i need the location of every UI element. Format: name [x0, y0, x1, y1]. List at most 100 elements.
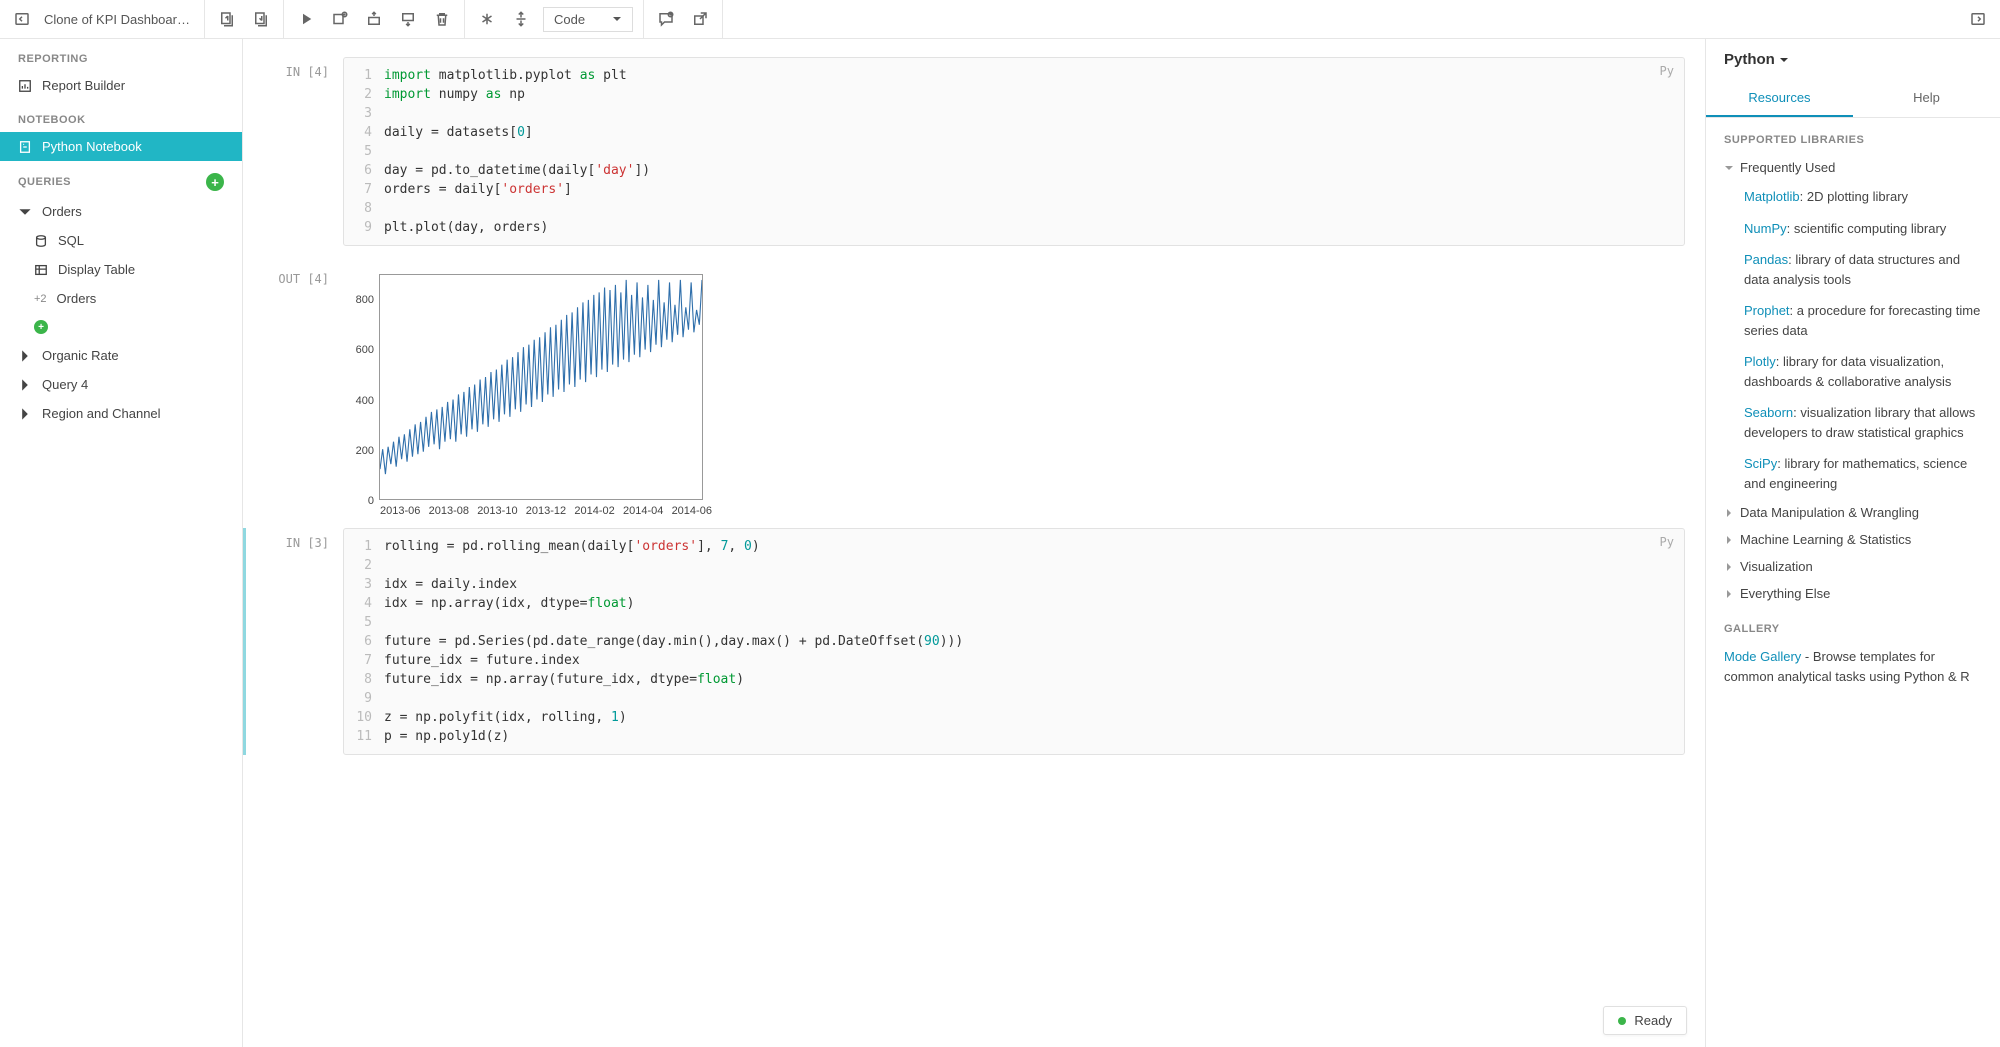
add-above-icon[interactable] — [362, 7, 386, 31]
lang-badge: Py — [1660, 64, 1674, 78]
line-gutter: 123456789 — [344, 58, 380, 245]
lib-link[interactable]: Plotly — [1744, 354, 1776, 369]
sidebar-item-sql[interactable]: SQL — [34, 226, 242, 255]
gallery-header: GALLERY — [1706, 607, 2000, 643]
run-add-icon[interactable] — [328, 7, 352, 31]
notebook-icon — [18, 140, 32, 154]
asterisk-icon[interactable] — [475, 7, 499, 31]
gallery-link[interactable]: Mode Gallery — [1724, 649, 1801, 664]
sidebar-region-channel-label: Region and Channel — [42, 406, 161, 421]
sidebar-add-orders-child[interactable]: + — [34, 313, 242, 341]
chart-plot — [380, 275, 702, 499]
cell-type-selector[interactable]: Code — [543, 7, 633, 32]
sidebar-item-python-notebook[interactable]: Python Notebook — [0, 132, 242, 161]
chevron-right-icon — [18, 349, 32, 363]
line-gutter: 1234567891011 — [344, 529, 380, 754]
sidebar-report-builder-label: Report Builder — [42, 78, 125, 93]
chevron-down-icon — [18, 205, 32, 219]
sidebar-display-table-label: Display Table — [58, 262, 135, 277]
lib-scipy: SciPy: library for mathematics, science … — [1706, 448, 2000, 499]
sidebar-item-region-channel[interactable]: Region and Channel — [0, 399, 242, 428]
sidebar-python-notebook-label: Python Notebook — [42, 139, 142, 154]
sidebar-query4-label: Query 4 — [42, 377, 88, 392]
code-cell-4: IN [4] Py 123456789 import matplotlib.py… — [243, 39, 1705, 246]
category-visualization[interactable]: Visualization — [1706, 553, 2000, 580]
sidebar-sql-label: SQL — [58, 233, 84, 248]
orders-badge: +2 — [34, 293, 47, 305]
comment-icon[interactable] — [654, 7, 678, 31]
lib-link[interactable]: Seaborn — [1744, 405, 1793, 420]
lib-prophet: Prophet: a procedure for forecasting tim… — [1706, 295, 2000, 346]
freq-used-label: Frequently Used — [1740, 160, 1835, 175]
lib-matplotlib: Matplotlib: 2D plotting library — [1706, 181, 2000, 213]
sidebar-item-orders[interactable]: Orders — [0, 197, 242, 226]
chevron-down-icon — [612, 14, 622, 24]
sidebar-item-orders-sub[interactable]: +2 Orders — [34, 284, 242, 313]
code-cell-3: IN [3] Py 1234567891011 rolling = pd.rol… — [243, 510, 1705, 755]
chevron-right-icon — [1724, 535, 1734, 545]
lib-link[interactable]: NumPy — [1744, 221, 1787, 236]
export-icon[interactable] — [249, 7, 273, 31]
chart-yaxis: 0200400600800 — [346, 275, 378, 499]
trash-icon[interactable] — [430, 7, 454, 31]
table-icon — [34, 263, 48, 277]
sidebar-item-organic-rate[interactable]: Organic Rate — [0, 341, 242, 370]
plus-icon: + — [34, 320, 48, 334]
sidebar-notebook-header: NOTEBOOK — [0, 100, 242, 132]
chevron-right-icon — [1724, 589, 1734, 599]
sidebar-reporting-header: REPORTING — [0, 39, 242, 71]
add-below-icon[interactable] — [396, 7, 420, 31]
code-source: import matplotlib.pyplot as plt import n… — [380, 58, 658, 245]
cell-type-label: Code — [554, 12, 585, 27]
category-ml-stats[interactable]: Machine Learning & Statistics — [1706, 526, 2000, 553]
rightpane-title[interactable]: Python — [1706, 39, 2000, 80]
code-input[interactable]: Py 1234567891011 rolling = pd.rolling_me… — [343, 528, 1685, 755]
sidebar-item-display-table[interactable]: Display Table — [34, 255, 242, 284]
sql-icon — [34, 234, 48, 248]
sidebar-item-report-builder[interactable]: Report Builder — [0, 71, 242, 100]
rightpane-title-label: Python — [1724, 51, 1775, 68]
collapse-right-icon[interactable] — [1966, 7, 1990, 31]
sidebar-organic-rate-label: Organic Rate — [42, 348, 119, 363]
chevron-right-icon — [18, 378, 32, 392]
chevron-down-icon — [1724, 163, 1734, 173]
output-cell-4: OUT [4] 0200400600800 2013-062013-082013… — [243, 246, 1705, 510]
lib-plotly: Plotly: library for data visualization, … — [1706, 346, 2000, 397]
lib-link[interactable]: Matplotlib — [1744, 189, 1800, 204]
sidebar-orders-label: Orders — [42, 204, 82, 219]
lang-badge: Py — [1660, 535, 1674, 549]
supported-libraries-header: SUPPORTED LIBRARIES — [1706, 118, 2000, 154]
status-dot-icon — [1618, 1017, 1626, 1025]
lib-link[interactable]: SciPy — [1744, 456, 1777, 471]
kernel-status: Ready — [1603, 1006, 1687, 1035]
category-data-manipulation[interactable]: Data Manipulation & Wrangling — [1706, 499, 2000, 526]
import-icon[interactable] — [215, 7, 239, 31]
status-label: Ready — [1634, 1013, 1672, 1028]
out-prompt: OUT [4] — [243, 264, 343, 510]
chevron-right-icon — [18, 407, 32, 421]
tab-resources[interactable]: Resources — [1706, 80, 1853, 117]
right-pane: Python Resources Help SUPPORTED LIBRARIE… — [1705, 39, 2000, 1047]
line-chart: 0200400600800 2013-062013-082013-102013-… — [343, 274, 703, 500]
lib-link[interactable]: Pandas — [1744, 252, 1788, 267]
chevron-right-icon — [1724, 562, 1734, 572]
chevron-right-icon — [1724, 508, 1734, 518]
category-everything-else[interactable]: Everything Else — [1706, 580, 2000, 607]
lib-link[interactable]: Prophet — [1744, 303, 1790, 318]
active-cell-marker — [243, 528, 246, 755]
category-frequently-used[interactable]: Frequently Used — [1706, 154, 2000, 181]
chevron-down-icon — [1779, 55, 1789, 65]
code-source: rolling = pd.rolling_mean(daily['orders'… — [380, 529, 971, 754]
add-query-button[interactable]: + — [206, 173, 224, 191]
sidebar-queries-header: QUERIES — [18, 176, 71, 188]
play-icon[interactable] — [294, 7, 318, 31]
code-input[interactable]: Py 123456789 import matplotlib.pyplot as… — [343, 57, 1685, 246]
lib-numpy: NumPy: scientific computing library — [1706, 213, 2000, 245]
merge-icon[interactable] — [509, 7, 533, 31]
sidebar-orders-sub-label: Orders — [57, 291, 97, 306]
popout-icon[interactable] — [688, 7, 712, 31]
tab-help[interactable]: Help — [1853, 80, 2000, 117]
sidebar-item-query4[interactable]: Query 4 — [0, 370, 242, 399]
notebook: IN [4] Py 123456789 import matplotlib.py… — [243, 39, 1705, 755]
back-icon[interactable] — [10, 7, 34, 31]
